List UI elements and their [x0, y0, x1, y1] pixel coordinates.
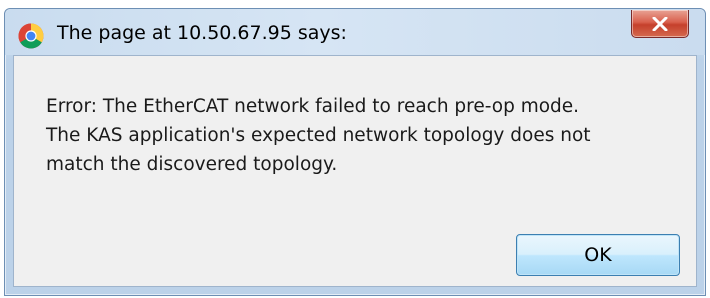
message-line: match the discovered topology. — [46, 154, 338, 175]
dialog-body: Error: The EtherCAT network failed to re… — [13, 55, 697, 287]
ok-button[interactable]: OK — [516, 234, 680, 276]
title-bar[interactable]: The page at 10.50.67.95 says: — [5, 9, 705, 55]
message-line: The KAS application's expected network t… — [46, 125, 591, 146]
message-line: Error: The EtherCAT network failed to re… — [46, 96, 580, 117]
alert-message: Error: The EtherCAT network failed to re… — [46, 92, 676, 179]
chrome-icon — [18, 23, 44, 49]
dialog-title: The page at 10.50.67.95 says: — [57, 22, 347, 44]
close-icon — [652, 16, 668, 31]
alert-dialog: The page at 10.50.67.95 says: Error: The… — [4, 8, 706, 296]
close-button[interactable] — [631, 10, 689, 38]
